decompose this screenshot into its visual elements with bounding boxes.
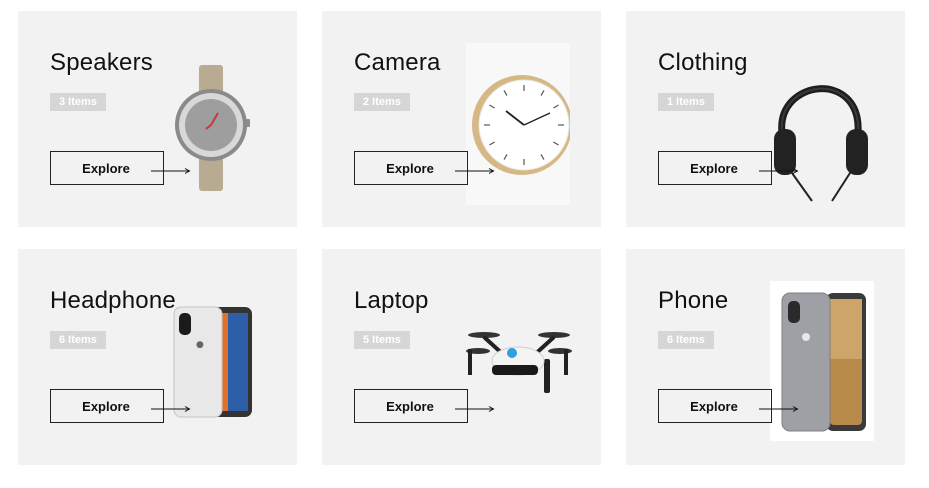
explore-button-label: Explore	[82, 399, 130, 414]
explore-button[interactable]: Explore	[354, 151, 495, 185]
explore-button[interactable]: Explore	[50, 389, 191, 423]
category-card-laptop: Laptop 5 Items Explore	[322, 249, 601, 465]
category-title: Headphone	[50, 287, 176, 314]
headphones-image	[774, 85, 868, 202]
category-card-camera: Camera 2 Items Explore	[322, 11, 601, 227]
explore-button-label: Explore	[690, 399, 738, 414]
arrow-right-icon	[455, 406, 495, 412]
category-card-phone: Phone 6 Items Explore	[626, 249, 905, 465]
category-title: Speakers	[50, 49, 153, 76]
item-count-badge: 6 Items	[658, 331, 714, 349]
category-title: Camera	[354, 49, 441, 76]
item-count-badge: 6 Items	[50, 331, 106, 349]
wall-clock-image	[466, 43, 570, 205]
arrow-right-icon	[455, 168, 495, 174]
arrow-right-icon	[151, 406, 191, 412]
arrow-right-icon	[151, 168, 191, 174]
category-card-clothing: Clothing 1 Items Explore	[626, 11, 905, 227]
explore-button-label: Explore	[690, 161, 738, 176]
explore-button-label: Explore	[82, 161, 130, 176]
explore-button[interactable]: Explore	[658, 151, 799, 185]
category-title: Laptop	[354, 287, 429, 314]
item-count-badge: 3 Items	[50, 93, 106, 111]
explore-button[interactable]: Explore	[658, 389, 799, 423]
smartphone-clear-case-image	[770, 281, 874, 441]
arrow-right-icon	[759, 406, 799, 412]
item-count-badge: 5 Items	[354, 331, 410, 349]
category-card-headphone: Headphone 6 Items ● Explore	[18, 249, 297, 465]
item-count-badge: 2 Items	[354, 93, 410, 111]
item-count-badge: 1 Items	[658, 93, 714, 111]
explore-button[interactable]: Explore	[354, 389, 495, 423]
smartphone-image: ●	[173, 306, 252, 418]
category-card-speakers: Speakers 3 Items Explore	[18, 11, 297, 227]
drone-image	[466, 332, 572, 393]
arrow-right-icon	[759, 168, 799, 174]
svg-text:●: ●	[196, 340, 204, 350]
category-title: Clothing	[658, 49, 748, 76]
category-title: Phone	[658, 287, 729, 314]
explore-button-label: Explore	[386, 399, 434, 414]
explore-button-label: Explore	[386, 161, 434, 176]
explore-button[interactable]: Explore	[50, 151, 191, 185]
